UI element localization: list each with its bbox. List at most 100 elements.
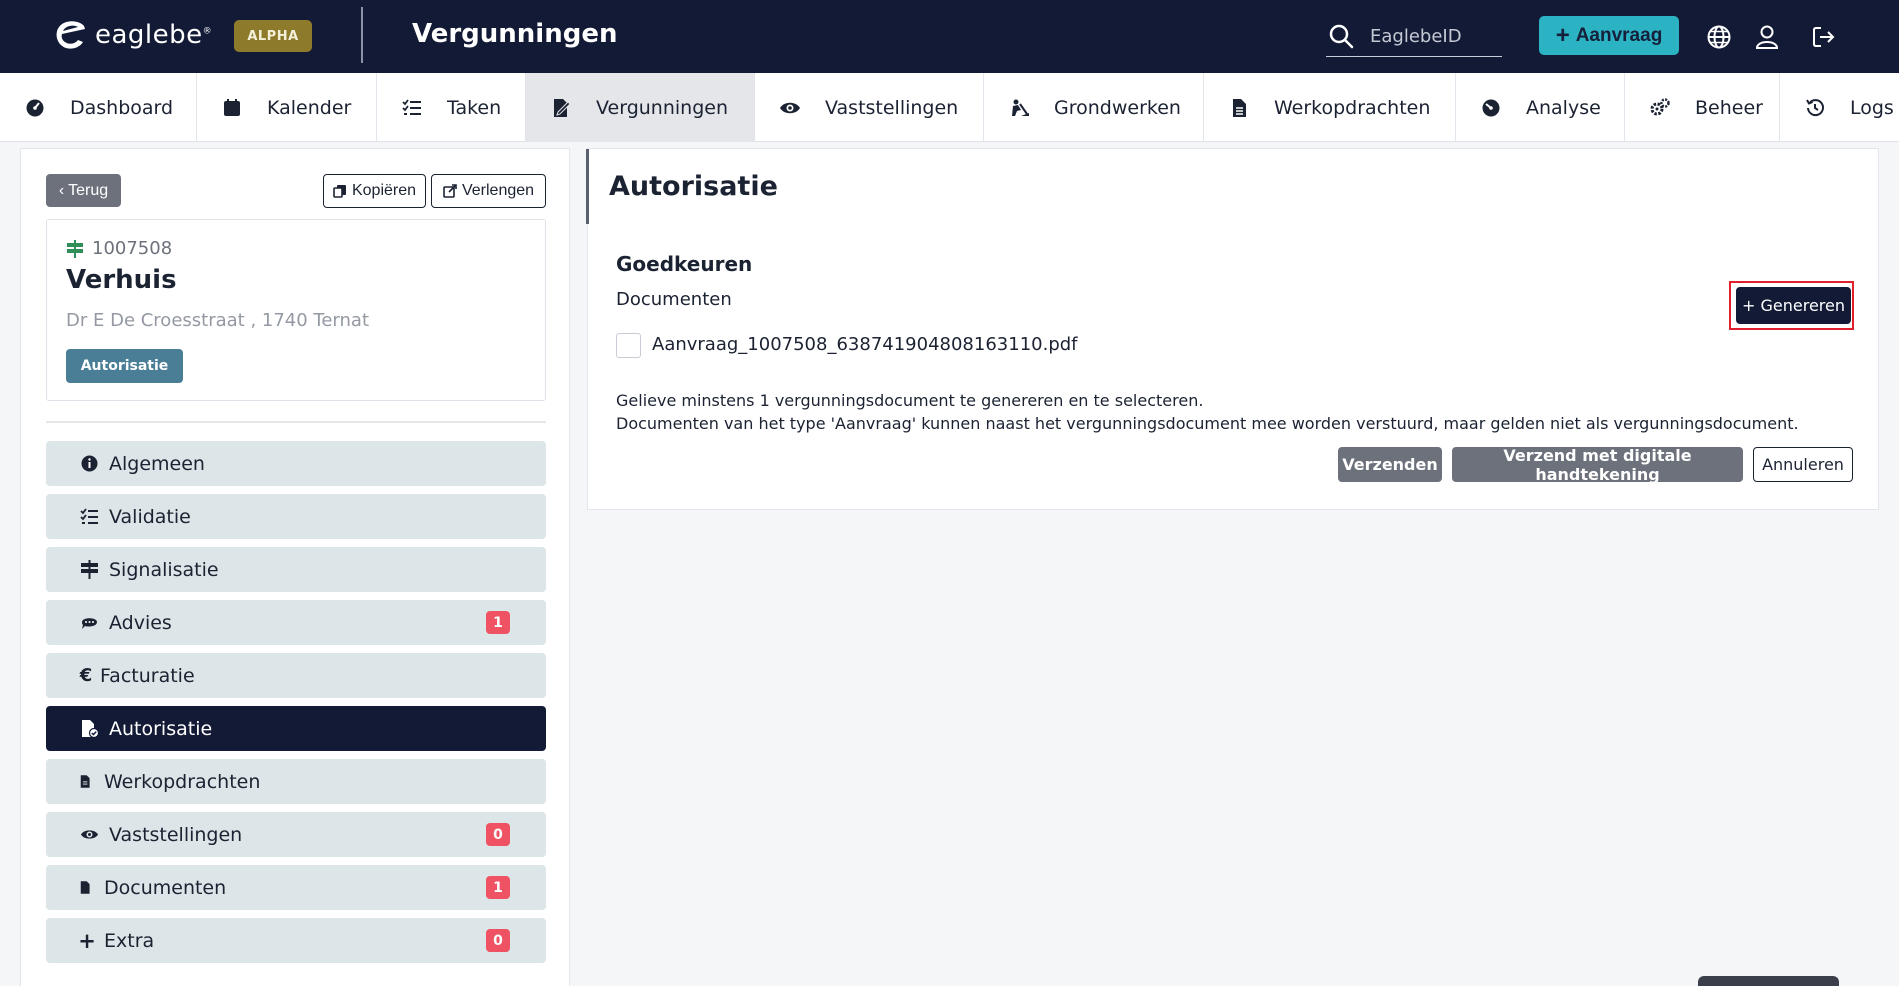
sidebar-item-label: Werkopdrachten xyxy=(104,770,261,793)
status-badge: Autorisatie xyxy=(66,349,183,383)
nav-label: Logs xyxy=(1850,96,1894,119)
count-badge: 0 xyxy=(486,823,510,846)
back-button[interactable]: ‹ Terug xyxy=(46,174,121,207)
search-box xyxy=(1326,16,1502,57)
copy-icon xyxy=(333,185,346,198)
plus-icon: + xyxy=(1555,21,1570,49)
header-divider xyxy=(361,7,363,63)
sidebar-item-vaststellingen[interactable]: Vaststellingen 0 xyxy=(46,812,546,857)
app-logo[interactable]: eaglebe® xyxy=(53,17,212,53)
logout-icon[interactable] xyxy=(1811,24,1837,50)
sidebar-item-label: Documenten xyxy=(104,876,227,899)
document-icon xyxy=(1233,98,1246,117)
globe-icon[interactable] xyxy=(1706,24,1732,50)
permit-id: 1007508 xyxy=(66,238,172,259)
permit-address: Dr E De Croesstraat , 1740 Ternat xyxy=(66,310,370,331)
sidebar-item-validatie[interactable]: Validatie xyxy=(46,494,546,539)
documents-label: Documenten xyxy=(616,289,732,310)
page-title: Vergunningen xyxy=(412,19,618,49)
info-text: Gelieve minstens 1 vergunningsdocument t… xyxy=(616,391,1204,410)
user-icon[interactable] xyxy=(1754,24,1780,50)
history-icon xyxy=(1806,98,1824,116)
sidebar-item-extra[interactable]: + Extra 0 xyxy=(46,918,546,963)
permit-sidebar: ‹ Terug Kopiëren Verlengen 1007508 Verhu… xyxy=(20,148,570,986)
sidebar-item-algemeen[interactable]: Algemeen xyxy=(46,441,546,486)
extend-button[interactable]: Verlengen xyxy=(431,174,546,208)
authorization-panel: Autorisatie Goedkeuren Documenten + Gene… xyxy=(586,148,1879,510)
document-checkbox[interactable] xyxy=(616,333,641,358)
search-input[interactable] xyxy=(1370,25,1500,47)
cogs-icon xyxy=(1650,97,1670,115)
info-text: Documenten van het type 'Aanvraag' kunne… xyxy=(616,414,1799,433)
nav-label: Werkopdrachten xyxy=(1274,96,1431,119)
eye-icon xyxy=(780,102,800,113)
signpost-icon xyxy=(81,560,98,579)
back-label: Terug xyxy=(68,181,109,199)
nav-item-beheer[interactable]: Beheer xyxy=(1625,73,1780,142)
generate-button[interactable]: + Genereren xyxy=(1736,287,1851,324)
sidebar-item-label: Vaststellingen xyxy=(109,823,243,846)
signpost-icon xyxy=(67,239,83,258)
copy-button[interactable]: Kopiëren xyxy=(323,174,426,208)
sidebar-item-advies[interactable]: Advies 1 xyxy=(46,600,546,645)
sidebar-item-facturatie[interactable]: € Facturatie xyxy=(46,653,546,698)
send-button[interactable]: Verzenden xyxy=(1338,447,1442,482)
nav-item-logs[interactable]: Logs xyxy=(1780,73,1899,142)
count-badge: 0 xyxy=(486,929,510,952)
nav-label: Analyse xyxy=(1526,96,1601,119)
extend-label: Verlengen xyxy=(461,182,535,199)
search-icon[interactable] xyxy=(1328,23,1354,49)
new-request-button[interactable]: + Aanvraag xyxy=(1539,16,1679,55)
nav-item-kalender[interactable]: Kalender xyxy=(197,73,377,142)
gauge-icon xyxy=(1482,99,1500,116)
sidebar-item-signalisatie[interactable]: Signalisatie xyxy=(46,547,546,592)
nav-item-dashboard[interactable]: Dashboard xyxy=(0,73,197,142)
env-badge: ALPHA xyxy=(234,20,312,52)
count-badge: 1 xyxy=(486,611,510,634)
nav-item-taken[interactable]: Taken xyxy=(377,73,526,142)
sidebar-item-autorisatie[interactable]: Autorisatie xyxy=(46,706,546,751)
calendar-icon xyxy=(224,98,240,116)
title-accent xyxy=(586,149,589,224)
sidebar-item-label: Facturatie xyxy=(100,664,195,687)
sidebar-item-documenten[interactable]: Documenten 1 xyxy=(46,865,546,910)
logo-text: eaglebe® xyxy=(95,20,213,50)
dashboard-icon xyxy=(26,99,44,116)
sidebar-item-werkopdrachten[interactable]: Werkopdrachten xyxy=(46,759,546,804)
permit-summary-card: 1007508 Verhuis Dr E De Croesstraat , 17… xyxy=(46,219,546,401)
tasks-icon xyxy=(402,98,421,115)
chevron-left-icon: ‹ xyxy=(58,181,65,199)
document-file-name[interactable]: Aanvraag_1007508_638741904808163110.pdf xyxy=(652,334,1078,355)
permit-icon xyxy=(554,98,571,117)
nav-item-grondwerken[interactable]: Grondwerken xyxy=(984,73,1204,142)
file-icon xyxy=(80,775,90,788)
sidebar-item-label: Algemeen xyxy=(109,452,205,475)
sidebar-item-label: Autorisatie xyxy=(109,717,213,740)
plus-icon: + xyxy=(78,928,96,953)
panel-title: Autorisatie xyxy=(609,171,778,202)
nav-item-werkopdrachten[interactable]: Werkopdrachten xyxy=(1204,73,1456,142)
permit-title: Verhuis xyxy=(66,265,177,295)
eye-icon xyxy=(81,830,98,839)
bottom-floating-tab[interactable] xyxy=(1698,976,1839,986)
nav-label: Kalender xyxy=(267,96,352,119)
eaglebe-logo-icon xyxy=(56,21,85,49)
nav-label: Vaststellingen xyxy=(825,96,959,119)
copy-label: Kopiëren xyxy=(351,182,417,199)
digging-icon xyxy=(1012,99,1029,116)
send-signed-button[interactable]: Verzend met digitale handtekening xyxy=(1452,446,1743,484)
info-icon xyxy=(81,455,98,472)
nav-item-vergunningen[interactable]: Vergunningen xyxy=(526,73,755,142)
nav-label: Taken xyxy=(447,96,502,119)
section-title: Goedkeuren xyxy=(616,252,753,276)
cancel-button[interactable]: Annuleren xyxy=(1753,447,1853,482)
nav-label: Dashboard xyxy=(70,96,174,119)
top-header: eaglebe® ALPHA Vergunningen + Aanvraag xyxy=(0,0,1899,73)
nav-label: Beheer xyxy=(1695,96,1763,119)
sidebar-item-label: Advies xyxy=(109,611,172,634)
checklist-icon xyxy=(80,508,98,524)
divider xyxy=(46,421,546,423)
nav-item-vaststellingen[interactable]: Vaststellingen xyxy=(755,73,984,142)
nav-item-analyse[interactable]: Analyse xyxy=(1456,73,1625,142)
count-badge: 1 xyxy=(486,876,510,899)
